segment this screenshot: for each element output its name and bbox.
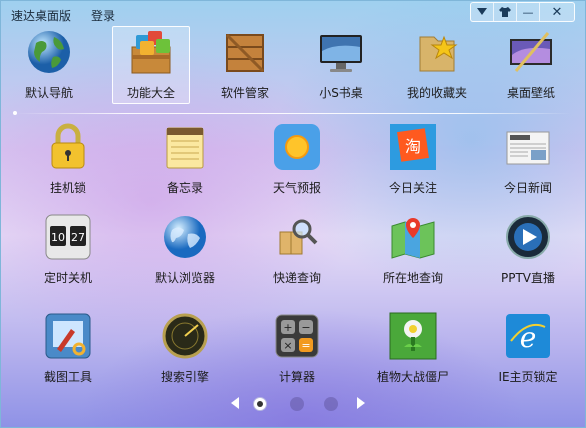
app-weather[interactable]: 天气预报 [259, 122, 335, 198]
app-calculator[interactable]: + − × = 计算器 [259, 311, 335, 387]
page-indicator [1, 394, 585, 414]
app-plants-vs-zombies[interactable]: 植物大战僵尸 [375, 311, 451, 387]
app-label: 挂机锁 [49, 181, 86, 195]
newspaper-icon [506, 131, 550, 165]
app-label: 植物大战僵尸 [376, 370, 449, 384]
app-ie-homepage-lock[interactable]: e IE主页锁定 [490, 311, 566, 387]
screenshot-icon [45, 313, 91, 359]
flip-clock-icon: 10 27 [45, 214, 91, 260]
radar-icon [162, 313, 208, 359]
plants-zombies-icon [389, 312, 437, 360]
app-label: 搜索引擎 [160, 370, 209, 384]
top-item-wallpaper[interactable]: 桌面壁纸 [493, 27, 569, 103]
top-item-label: 默认导航 [24, 86, 73, 100]
map-pin-icon [391, 218, 435, 259]
svg-text:27: 27 [71, 231, 85, 244]
app-label: 天气预报 [272, 181, 321, 195]
weather-icon [274, 124, 320, 170]
top-item-label: 桌面壁纸 [506, 86, 555, 100]
shirt-icon[interactable] [494, 3, 517, 21]
calculator-icon: + − × = [275, 314, 319, 358]
top-item-software[interactable]: 软件管家 [207, 27, 283, 103]
app-today-news[interactable]: 今日新闻 [490, 122, 566, 198]
app-hang-lock[interactable]: 挂机锁 [30, 122, 106, 198]
app-label: 快递查询 [272, 271, 321, 285]
desktop-window: 速达桌面版 登录 — ✕ 默认导航 功能大全 软件管家 小S书桌 我的收藏夹 桌… [0, 0, 586, 428]
app-label: 默认浏览器 [154, 271, 215, 285]
app-title-menu[interactable]: 速达桌面版 [11, 7, 71, 24]
app-label: 所在地查询 [382, 271, 443, 285]
app-express-query[interactable]: 快递查询 [259, 212, 335, 288]
crate-icon [225, 33, 265, 73]
notepad-icon [166, 127, 204, 169]
svg-text:+: + [283, 321, 292, 334]
login-link[interactable]: 登录 [91, 7, 115, 24]
parcel-search-icon [279, 219, 318, 255]
app-label: 备忘录 [166, 181, 203, 195]
app-default-browser[interactable]: 默认浏览器 [147, 212, 223, 288]
section-divider [15, 113, 571, 114]
page-dot-3[interactable] [324, 397, 338, 411]
star-folder-icon [419, 35, 458, 72]
svg-text:=: = [301, 339, 310, 352]
app-label: 定时关机 [43, 271, 92, 285]
app-memo[interactable]: 备忘录 [147, 122, 223, 198]
wallpaper-icon [510, 32, 552, 72]
svg-text:×: × [283, 339, 292, 352]
svg-text:−: − [301, 321, 310, 334]
svg-text:10: 10 [51, 231, 65, 244]
monitor-icon [320, 35, 362, 72]
app-label: PPTV直播 [500, 271, 555, 285]
top-item-features[interactable]: 功能大全 [112, 26, 190, 104]
app-screenshot[interactable]: 截图工具 [30, 311, 106, 387]
app-search-engine[interactable]: 搜索引擎 [147, 311, 223, 387]
top-item-label: 功能大全 [126, 86, 175, 100]
app-label: 计算器 [278, 370, 315, 384]
pptv-icon [506, 215, 550, 259]
minimize-button[interactable]: — [517, 3, 540, 21]
app-pptv-live[interactable]: PPTV直播 [490, 212, 566, 288]
top-item-favorites[interactable]: 我的收藏夹 [399, 27, 475, 103]
app-timed-shutdown[interactable]: 10 27 定时关机 [30, 212, 106, 288]
chevron-down-icon[interactable] [471, 3, 494, 21]
top-item-label: 软件管家 [220, 86, 269, 100]
svg-text:淘: 淘 [405, 137, 421, 156]
top-item-label: 我的收藏夹 [406, 86, 467, 100]
top-item-label: 小S书桌 [319, 86, 363, 100]
app-box-icon [131, 31, 171, 74]
close-button[interactable]: ✕ [540, 3, 574, 21]
globe-icon [28, 31, 70, 73]
app-label: 今日新闻 [503, 181, 552, 195]
app-location-query[interactable]: 所在地查询 [375, 212, 451, 288]
taobao-icon: 淘 [390, 124, 436, 170]
title-bar: 速达桌面版 登录 — ✕ [1, 1, 585, 25]
top-item-default-nav[interactable]: 默认导航 [11, 27, 87, 103]
next-page-arrow-icon[interactable] [357, 397, 365, 409]
browser-globe-icon [164, 216, 206, 258]
page-dot-2[interactable] [290, 397, 304, 411]
window-controls: — ✕ [470, 2, 575, 22]
top-item-desk[interactable]: 小S书桌 [303, 27, 379, 103]
page-dot-1[interactable] [253, 397, 267, 411]
app-label: 今日关注 [388, 181, 437, 195]
padlock-icon [51, 123, 85, 169]
app-today-focus[interactable]: 淘 今日关注 [375, 122, 451, 198]
app-label: 截图工具 [43, 370, 92, 384]
app-label: IE主页锁定 [498, 370, 558, 384]
ie-icon: e [506, 314, 550, 358]
prev-page-arrow-icon[interactable] [231, 397, 239, 409]
